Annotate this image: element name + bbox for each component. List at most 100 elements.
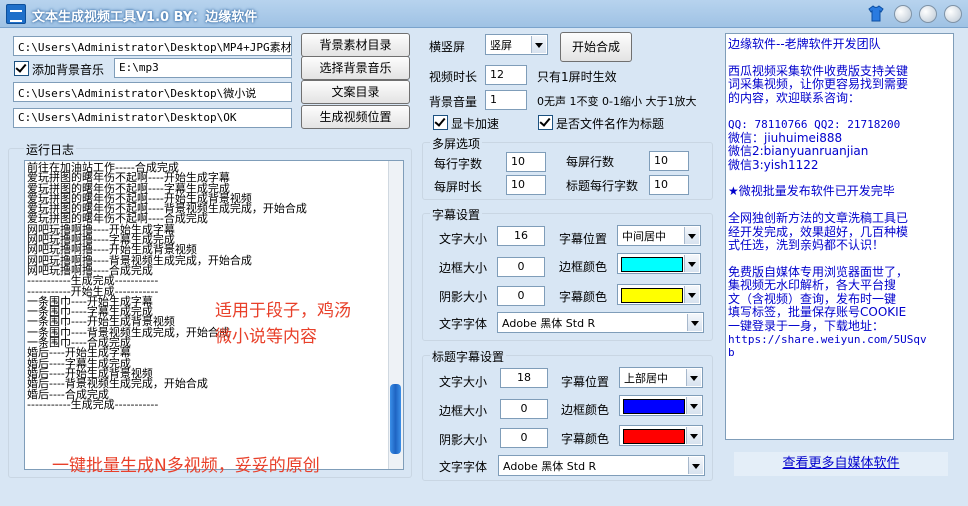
- sub-font-value: Adobe 黑体 Std R: [502, 317, 596, 330]
- add-music-checkbox[interactable]: 添加背景音乐: [14, 61, 104, 78]
- more-software-link[interactable]: 查看更多自媒体软件: [734, 452, 948, 476]
- orientation-select[interactable]: 竖屏: [485, 34, 548, 55]
- output-dir-field[interactable]: C:\Users\Administrator\Desktop\OK: [13, 108, 292, 128]
- overlay-text-2: 微小说等内容: [215, 327, 317, 347]
- duration-note: 只有1屏时生效: [537, 70, 617, 84]
- sub-font-select[interactable]: Adobe 黑体 Std R: [497, 312, 704, 333]
- info-line: QQ: 78110766 QQ2: 21718200: [728, 118, 901, 132]
- volume-note: 0无声 1不变 0-1缩小 大于1放大: [537, 95, 697, 108]
- chars-per-line-label: 每行字数: [434, 157, 483, 171]
- title-shadow-size-label: 阴影大小: [439, 433, 488, 447]
- info-line: 微信3:yish1122: [728, 157, 819, 172]
- chevron-down-icon: [531, 36, 546, 53]
- info-line: 词采集视频，让你更容易找到需要: [728, 77, 909, 92]
- info-line: ★微视批量发布软件已开发完毕: [728, 184, 895, 199]
- music-path-field[interactable]: E:\mp3: [114, 58, 292, 78]
- sub-position-select[interactable]: 中间居中: [617, 225, 701, 246]
- info-line: [728, 253, 951, 266]
- sub-border-size-input[interactable]: 0: [497, 257, 545, 277]
- title-font-size-label: 文字大小: [439, 375, 488, 389]
- info-line: 的内容，欢迎联系咨询：: [728, 90, 861, 105]
- chevron-down-icon: [686, 397, 701, 414]
- info-line: 边缘软件--老牌软件开发团队: [728, 37, 881, 51]
- sub-font-label: 文字字体: [439, 317, 488, 331]
- chevron-down-icon: [686, 369, 701, 386]
- close-button[interactable]: [944, 5, 962, 23]
- subtitle-title: 字幕设置: [430, 206, 483, 223]
- title-border-size-input[interactable]: 0: [500, 399, 548, 419]
- chevron-down-icon: [688, 457, 703, 474]
- chevron-down-icon: [686, 427, 701, 444]
- minimize-button[interactable]: [894, 5, 912, 23]
- info-line: https://share.weiyun.com/5USqv: [728, 332, 927, 346]
- info-line: [728, 105, 951, 118]
- gpu-checkbox[interactable]: 显卡加速: [433, 115, 499, 132]
- title-position-value: 上部居中: [624, 372, 668, 385]
- info-line: 一键登录于一身，下载地址：: [728, 318, 885, 333]
- title-position-select[interactable]: 上部居中: [619, 367, 703, 388]
- material-dir-field[interactable]: C:\Users\Administrator\Desktop\MP4+JPG素材…: [13, 36, 292, 56]
- gpu-label: 显卡加速: [451, 117, 500, 131]
- text-dir-button[interactable]: 文案目录: [301, 80, 410, 104]
- info-line: 式任选，洗到亲妈都不认识！: [728, 238, 885, 253]
- title-chars-label: 标题每行字数: [566, 179, 639, 193]
- title-color-select[interactable]: [619, 425, 703, 446]
- sub-color-select[interactable]: [617, 284, 701, 305]
- volume-label: 背景音量: [429, 95, 478, 109]
- log-scroll-thumb[interactable]: [390, 384, 401, 454]
- sub-position-label: 字幕位置: [559, 232, 608, 246]
- title-shadow-size-input[interactable]: 0: [500, 428, 548, 448]
- text-dir-field[interactable]: C:\Users\Administrator\Desktop\微小说: [13, 82, 292, 102]
- screen-duration-input[interactable]: 10: [506, 175, 546, 195]
- info-line: 集视频无水印解析，各大平台搜: [728, 278, 897, 293]
- sub-border-color-select[interactable]: [617, 253, 701, 274]
- volume-input[interactable]: 1: [485, 90, 527, 110]
- orientation-label: 横竖屏: [429, 40, 466, 54]
- material-dir-button[interactable]: 背景素材目录: [301, 33, 410, 57]
- duration-input[interactable]: 12: [485, 65, 527, 85]
- color-swatch: [621, 288, 683, 303]
- log-title: 运行日志: [24, 141, 77, 158]
- chevron-down-icon: [684, 255, 699, 272]
- add-music-label: 添加背景音乐: [32, 63, 105, 77]
- output-dir-button[interactable]: 生成视频位置: [301, 105, 410, 129]
- title-border-size-label: 边框大小: [439, 404, 488, 418]
- info-line: [728, 51, 951, 64]
- multi-screen-title: 多屏选项: [430, 135, 483, 152]
- title-border-color-select[interactable]: [619, 395, 703, 416]
- title-border-color-label: 边框颜色: [561, 403, 610, 417]
- chevron-down-icon: [687, 314, 702, 331]
- color-swatch: [621, 257, 683, 272]
- skin-icon[interactable]: [868, 5, 884, 22]
- info-line: 经开发完成，效果超好，几百种模: [728, 224, 909, 239]
- chevron-down-icon: [684, 286, 699, 303]
- title-font-select[interactable]: Adobe 黑体 Std R: [498, 455, 705, 476]
- sub-position-value: 中间居中: [622, 230, 666, 243]
- chars-per-line-input[interactable]: 10: [506, 152, 546, 172]
- info-panel[interactable]: 边缘软件--老牌软件开发团队 西瓜视频采集软件收费版支持关键 词采集视频，让你更容…: [725, 33, 954, 440]
- title-font-value: Adobe 黑体 Std R: [503, 460, 597, 473]
- start-button[interactable]: 开始合成: [560, 32, 632, 62]
- sub-color-label: 字幕颜色: [559, 290, 608, 304]
- filename-title-checkbox[interactable]: 是否文件名作为标题: [538, 115, 664, 132]
- maximize-button[interactable]: [919, 5, 937, 23]
- title-font-size-input[interactable]: 18: [500, 368, 548, 388]
- title-position-label: 字幕位置: [561, 375, 610, 389]
- color-swatch: [623, 399, 685, 414]
- window-title: 文本生成视频工具V1.0 BY：边缘软件: [32, 10, 258, 25]
- checkbox-icon: [538, 115, 553, 130]
- sub-shadow-size-label: 阴影大小: [439, 290, 488, 304]
- overlay-text-1: 适用于段子，鸡汤: [215, 301, 351, 321]
- checkbox-icon: [433, 115, 448, 130]
- info-line: 填写标签，批量保存账号COOKIE: [728, 305, 907, 320]
- title-chars-input[interactable]: 10: [649, 175, 689, 195]
- sub-font-size-input[interactable]: 16: [497, 226, 545, 246]
- select-music-button[interactable]: 选择背景音乐: [301, 56, 410, 80]
- app-icon: [6, 4, 26, 24]
- sub-border-color-label: 边框颜色: [559, 260, 608, 274]
- sub-shadow-size-input[interactable]: 0: [497, 286, 545, 306]
- sub-font-size-label: 文字大小: [439, 232, 488, 246]
- info-line: 微信2:bianyuanruanjian: [728, 144, 869, 159]
- lines-per-screen-input[interactable]: 10: [649, 151, 689, 171]
- lines-per-screen-label: 每屏行数: [566, 155, 615, 169]
